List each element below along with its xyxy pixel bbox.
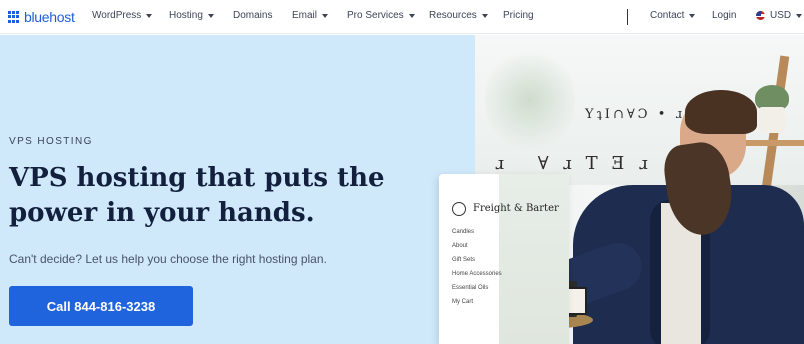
- nav-item-label: Contact: [650, 10, 685, 21]
- card-background-photo: [499, 174, 569, 344]
- card-menu-item: Essential Oils: [452, 285, 489, 291]
- card-brand-title: Freight & Barter: [473, 203, 559, 214]
- nav-item-contact[interactable]: Contact: [650, 10, 696, 21]
- chevron-down-icon: [689, 14, 696, 18]
- currency-label: USD: [770, 10, 792, 21]
- nav-item-resources[interactable]: Resources: [429, 10, 488, 21]
- card-menu-item: My Cart: [452, 299, 473, 305]
- nav-item-label: Resources: [429, 10, 477, 21]
- plant-pot: [759, 107, 785, 133]
- person-hair: [685, 90, 757, 134]
- blurred-plant: [485, 45, 575, 155]
- bluehost-logo[interactable]: bluehost: [8, 9, 75, 25]
- call-button[interactable]: Call 844-816-3238: [9, 286, 193, 326]
- chevron-down-icon: [408, 14, 415, 18]
- nav-item-label: Pricing: [503, 10, 534, 21]
- hero-subtext: Can't decide? Let us help you choose the…: [9, 252, 327, 266]
- hero-headline: VPS hosting that puts the power in your …: [9, 163, 385, 228]
- chevron-down-icon: [481, 14, 488, 18]
- hero-section: VPS HOSTING VPS hosting that puts the po…: [0, 35, 804, 344]
- chevron-down-icon: [146, 14, 153, 18]
- shelf-board: [745, 140, 804, 146]
- window-sign-bottom: ɹ ∀ɹTƎɹ: [495, 153, 662, 174]
- card-menu-item: Candles: [452, 229, 475, 235]
- nav-item-pricing[interactable]: Pricing: [503, 10, 534, 21]
- chevron-down-icon: [322, 14, 329, 18]
- logo-grid-icon: [8, 11, 20, 23]
- chevron-down-icon: [207, 14, 214, 18]
- top-navbar: bluehost WordPress Hosting Domains Email…: [0, 0, 804, 34]
- example-site-card: Freight & Barter Candles About Gift Sets…: [439, 174, 569, 344]
- card-menu-item: About: [452, 243, 468, 249]
- card-menu-item: Gift Sets: [452, 257, 476, 263]
- logo-text: bluehost: [24, 9, 75, 25]
- nav-item-domains[interactable]: Domains: [233, 10, 272, 21]
- nav-item-pro-services[interactable]: Pro Services: [347, 10, 415, 21]
- nav-item-email[interactable]: Email: [292, 10, 329, 21]
- us-flag-icon: [756, 11, 765, 20]
- card-menu-item: Home Accessories: [452, 271, 502, 277]
- nav-item-label: Domains: [233, 10, 273, 21]
- nav-item-label: WordPress: [92, 10, 142, 21]
- login-label: Login: [712, 10, 737, 21]
- nav-item-hosting[interactable]: Hosting: [169, 10, 214, 21]
- currency-selector[interactable]: USD: [756, 10, 803, 21]
- nav-item-label: Hosting: [169, 10, 203, 21]
- login-link[interactable]: Login: [712, 10, 736, 21]
- shop-logo-icon: [452, 202, 466, 216]
- nav-divider: [627, 9, 628, 25]
- nav-item-label: Pro Services: [347, 10, 404, 21]
- nav-item-label: Email: [292, 10, 318, 21]
- hero-eyebrow: VPS HOSTING: [9, 136, 93, 147]
- nav-item-wordpress[interactable]: WordPress: [92, 10, 153, 21]
- chevron-down-icon: [796, 14, 803, 18]
